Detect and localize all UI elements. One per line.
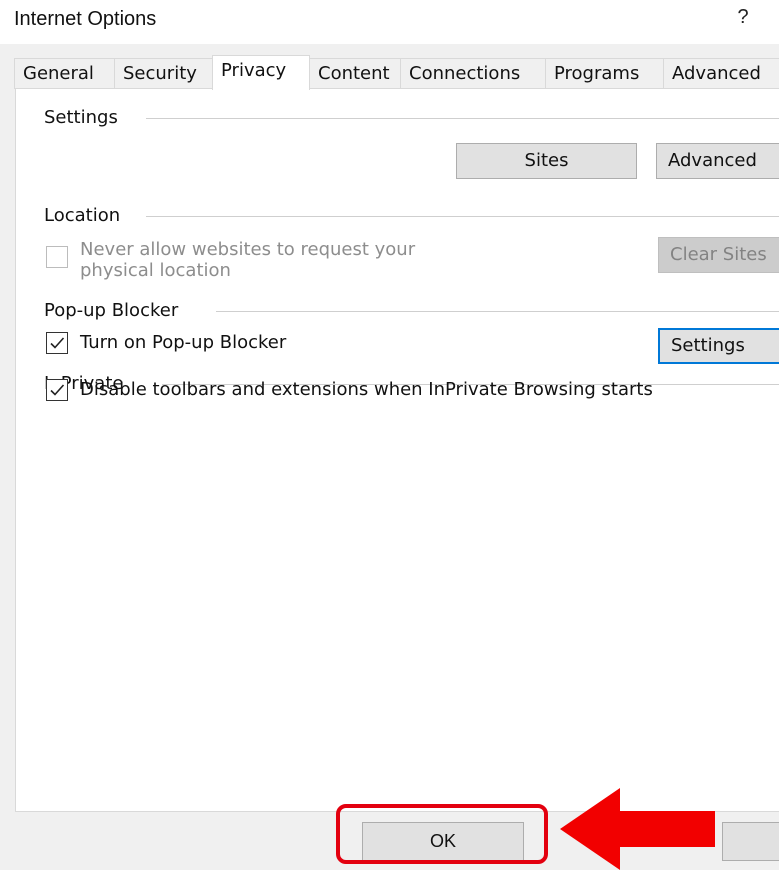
location-heading: Location bbox=[44, 205, 131, 226]
sites-button[interactable]: Sites bbox=[456, 143, 637, 179]
privacy-panel: Settings Sites Advanced Location Never a… bbox=[15, 88, 779, 812]
tab-content[interactable]: Content bbox=[309, 58, 401, 89]
tab-programs[interactable]: Programs bbox=[545, 58, 664, 89]
tab-connections[interactable]: Connections bbox=[400, 58, 546, 89]
tab-privacy[interactable]: Privacy bbox=[212, 55, 310, 90]
ok-highlight-box bbox=[336, 804, 548, 864]
advanced-button[interactable]: Advanced bbox=[656, 143, 779, 179]
settings-divider bbox=[146, 118, 779, 119]
never-allow-location-label-line1: Never allow websites to request your bbox=[80, 239, 416, 260]
checkmark-icon bbox=[50, 337, 65, 349]
tab-advanced[interactable]: Advanced bbox=[663, 58, 779, 89]
disable-toolbars-checkbox[interactable] bbox=[46, 379, 68, 401]
tab-general[interactable]: General bbox=[14, 58, 115, 89]
title-bar: Internet Options ? bbox=[0, 0, 779, 44]
tab-strip: General Security Privacy Content Connect… bbox=[14, 55, 779, 90]
cancel-button[interactable] bbox=[722, 822, 779, 861]
checkmark-icon bbox=[50, 384, 65, 396]
never-allow-location-label-line2: physical location bbox=[80, 260, 231, 281]
popup-blocker-checkbox[interactable] bbox=[46, 332, 68, 354]
settings-heading: Settings bbox=[44, 107, 128, 128]
window-title: Internet Options bbox=[14, 8, 157, 30]
internet-options-window: Internet Options ? General Security Priv… bbox=[0, 0, 779, 870]
disable-toolbars-label: Disable toolbars and extensions when InP… bbox=[80, 379, 653, 400]
tab-security[interactable]: Security bbox=[114, 58, 213, 89]
help-icon[interactable]: ? bbox=[733, 6, 753, 29]
red-arrow-icon bbox=[560, 788, 715, 870]
popup-divider bbox=[216, 311, 779, 312]
popup-blocker-label: Turn on Pop-up Blocker bbox=[80, 332, 287, 353]
popup-blocker-heading: Pop-up Blocker bbox=[44, 300, 189, 321]
popup-settings-button[interactable]: Settings bbox=[658, 328, 779, 364]
never-allow-location-checkbox[interactable] bbox=[46, 246, 68, 268]
location-divider bbox=[146, 216, 779, 217]
clear-sites-button[interactable]: Clear Sites bbox=[658, 237, 779, 273]
